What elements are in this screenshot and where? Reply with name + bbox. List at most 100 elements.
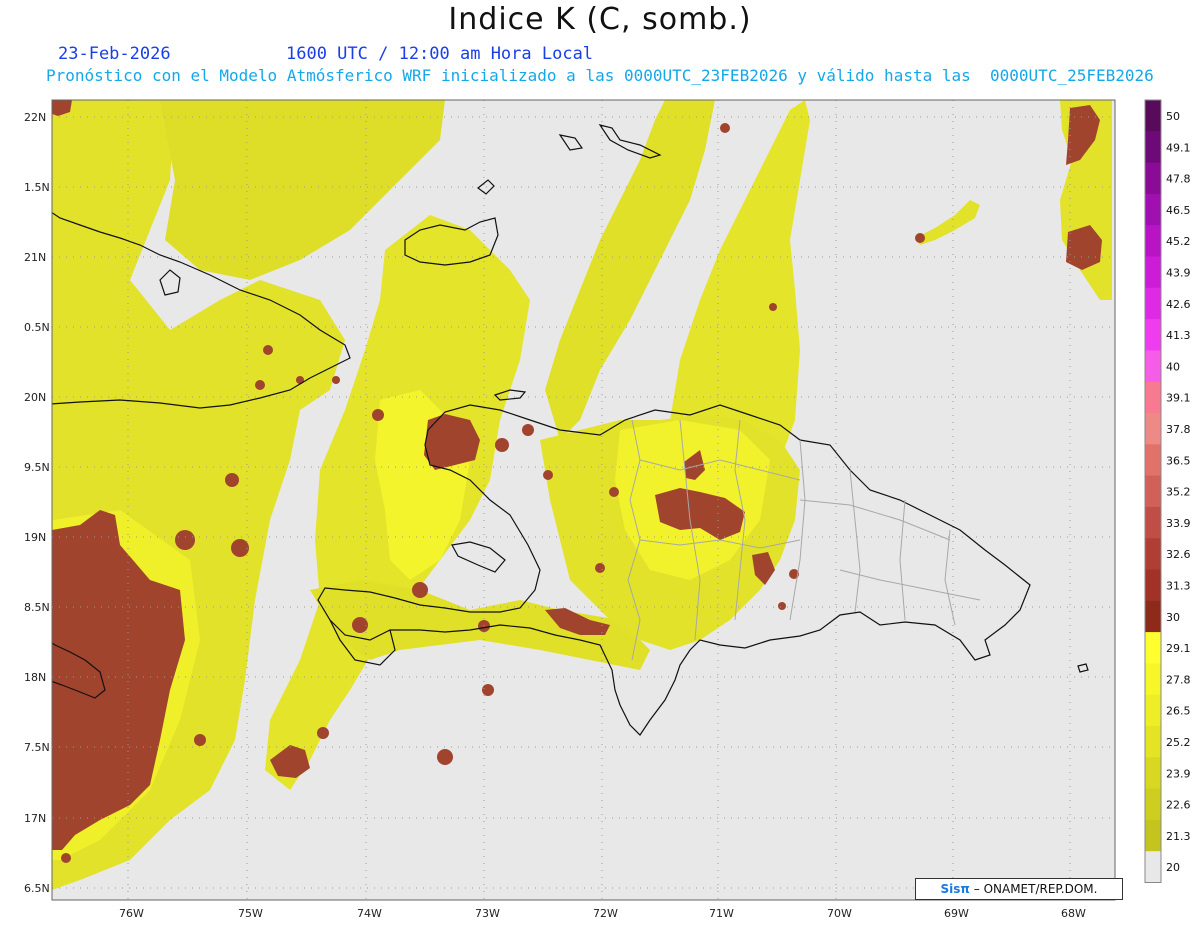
lon-label: 75W: [238, 907, 263, 920]
lat-label: 1.5N: [24, 181, 50, 194]
k-brown-blob: [225, 473, 239, 487]
colorbar-swatch: [1145, 788, 1161, 821]
lon-label: 71W: [709, 907, 734, 920]
k-brown-blob: [915, 233, 925, 243]
k-index-map: 22N 1.5N 21N 0.5N 20N 9.5N 19N 8.5N 18N …: [24, 99, 1191, 920]
lon-label: 70W: [827, 907, 852, 920]
k-brown-blob: [720, 123, 730, 133]
colorbar-label: 22.6: [1166, 799, 1191, 812]
colorbar-label: 37.8: [1166, 423, 1191, 436]
colorbar-label: 32.6: [1166, 548, 1191, 561]
colorbar-swatch: [1145, 381, 1161, 414]
colorbar-swatch: [1145, 475, 1161, 508]
k-brown-blob: [522, 424, 534, 436]
colorbar-swatch: [1145, 350, 1161, 383]
colorbar-label: 30: [1166, 611, 1180, 624]
colorbar-label: 42.6: [1166, 298, 1191, 311]
k-brown-blob: [595, 563, 605, 573]
colorbar-swatch: [1145, 413, 1161, 445]
colorbar-label: 45.2: [1166, 235, 1191, 248]
k-brown-blob: [175, 530, 195, 550]
k-brown-blob: [412, 582, 428, 598]
lon-label: 68W: [1061, 907, 1086, 920]
credit-box: Sisπ – ONAMET/REP.DOM.: [915, 878, 1123, 900]
longitude-labels: 76W 75W 74W 73W 72W 71W 70W 69W 68W: [119, 907, 1086, 920]
lat-label: 20N: [24, 391, 46, 404]
colorbar-swatch: [1145, 538, 1161, 571]
colorbar-swatch: [1145, 726, 1161, 758]
k-brown-blob: [609, 487, 619, 497]
k-brown-blob: [231, 539, 249, 557]
colorbar-label: 39.1: [1166, 392, 1191, 405]
colorbar-label: 23.9: [1166, 767, 1191, 780]
colorbar-swatch: [1145, 569, 1161, 602]
colorbar-label: 27.8: [1166, 673, 1191, 686]
latitude-labels: 22N 1.5N 21N 0.5N 20N 9.5N 19N 8.5N 18N …: [24, 111, 50, 895]
lat-label: 17N: [24, 812, 46, 825]
lat-label: 18N: [24, 671, 46, 684]
colorbar-swatch: [1145, 506, 1161, 539]
colorbar-swatch: [1145, 632, 1161, 664]
colorbar-label: 50: [1166, 110, 1180, 123]
colorbar-swatch: [1145, 444, 1161, 477]
k-brown-blob: [263, 345, 273, 355]
colorbar-label: 35.2: [1166, 486, 1191, 499]
k-brown-blob: [194, 734, 206, 746]
colorbar-swatch: [1145, 225, 1161, 258]
colorbar-label: 29.1: [1166, 642, 1191, 655]
colorbar-swatch: [1145, 193, 1161, 226]
colorbar: 50 49.1 47.8 46.5 45.2 43.9 42.6 41.3 40 39.1 37.8…: [1144, 99, 1191, 884]
colorbar-label: 43.9: [1166, 267, 1191, 280]
colorbar-swatch: [1145, 819, 1161, 852]
colorbar-swatch: [1145, 663, 1161, 696]
colorbar-label: 36.5: [1166, 454, 1191, 467]
colorbar-label: 25.2: [1166, 736, 1191, 749]
lat-label: 21N: [24, 251, 46, 264]
lat-label: 8.5N: [24, 601, 50, 614]
lat-label: 19N: [24, 531, 46, 544]
colorbar-swatch: [1145, 757, 1161, 790]
colorbar-swatch: [1145, 256, 1161, 289]
k-brown-blob: [372, 409, 384, 421]
colorbar-label: 31.3: [1166, 580, 1191, 593]
colorbar-label: 49.1: [1166, 141, 1191, 154]
k-brown-blob: [317, 727, 329, 739]
colorbar-swatch: [1145, 131, 1161, 164]
k-brown-blob: [778, 602, 786, 610]
lon-label: 74W: [357, 907, 382, 920]
colorbar-swatch: [1145, 162, 1161, 195]
colorbar-label: 46.5: [1166, 204, 1191, 217]
k-brown-blob: [495, 438, 509, 452]
colorbar-swatch: [1145, 100, 1161, 132]
k-brown-blob: [255, 380, 265, 390]
credit-text: – ONAMET/REP.DOM.: [973, 882, 1098, 896]
k-brown-blob: [543, 470, 553, 480]
colorbar-label: 40: [1166, 360, 1180, 373]
colorbar-label: 47.8: [1166, 173, 1191, 186]
colorbar-label: 21.3: [1166, 830, 1191, 843]
colorbar-swatch: [1145, 319, 1161, 351]
colorbar-label: 33.9: [1166, 517, 1191, 530]
lat-label: 9.5N: [24, 461, 50, 474]
k-brown-blob: [332, 376, 340, 384]
lat-label: 6.5N: [24, 882, 50, 895]
colorbar-swatch: [1145, 287, 1161, 320]
lon-label: 73W: [475, 907, 500, 920]
colorbar-label: 41.3: [1166, 329, 1191, 342]
sispi-logo: Sisπ: [940, 882, 970, 896]
k-brown-blob: [437, 749, 453, 765]
k-brown-blob: [61, 853, 71, 863]
lat-label: 0.5N: [24, 321, 50, 334]
colorbar-swatch: [1145, 600, 1161, 633]
colorbar-label: 20: [1166, 861, 1180, 874]
lon-label: 76W: [119, 907, 144, 920]
k-brown-blob: [482, 684, 494, 696]
lat-label: 7.5N: [24, 741, 50, 754]
lon-label: 69W: [944, 907, 969, 920]
k-brown-blob: [769, 303, 777, 311]
colorbar-swatch: [1145, 694, 1161, 727]
lon-label: 72W: [593, 907, 618, 920]
lat-label: 22N: [24, 111, 46, 124]
colorbar-swatch: [1145, 851, 1161, 884]
colorbar-label: 26.5: [1166, 705, 1191, 718]
